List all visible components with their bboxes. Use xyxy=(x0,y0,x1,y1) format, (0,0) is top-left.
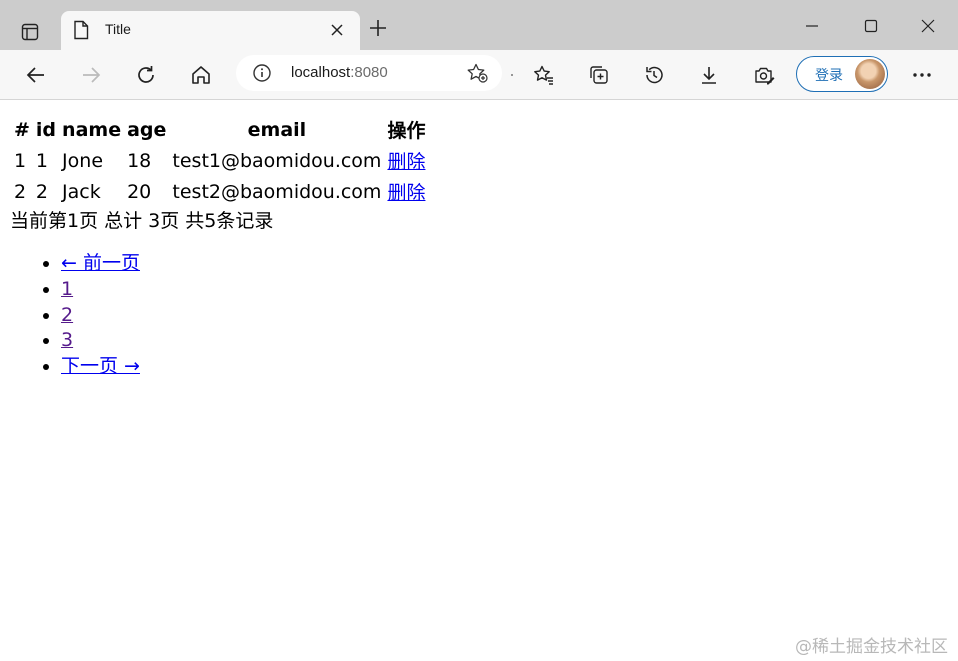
pagination-item: 下一页 → xyxy=(61,354,140,380)
watermark-text: @稀土掘金技术社区 xyxy=(795,637,948,657)
cell-age: 20 xyxy=(127,180,152,203)
prev-page-link[interactable]: ← 前一页 xyxy=(61,252,140,274)
page-icon xyxy=(73,20,89,44)
browser-tab[interactable]: Title xyxy=(61,11,360,50)
more-menu-icon[interactable] xyxy=(906,59,938,91)
add-favorite-icon[interactable] xyxy=(466,63,488,87)
page-link-3[interactable]: 3 xyxy=(61,329,73,351)
pagination-item: 2 xyxy=(61,303,140,329)
favorites-icon[interactable] xyxy=(528,59,560,91)
pagination-item: 1 xyxy=(61,277,140,303)
table-header-row: # id name age email 操作 xyxy=(12,115,427,144)
cell-name: Jack xyxy=(62,180,101,203)
new-tab-icon[interactable] xyxy=(368,18,388,42)
table-row: 1 1 Jone 18 test1@baomidou.com 删除 xyxy=(12,146,427,175)
page-info-text: 当前第1页 总计 3页 共5条记录 xyxy=(10,210,274,232)
home-icon[interactable] xyxy=(185,59,217,91)
col-header-index: # xyxy=(14,118,30,141)
minimize-icon[interactable] xyxy=(789,14,835,38)
col-header-email: email xyxy=(247,118,307,141)
collections-icon[interactable] xyxy=(583,59,615,91)
pagination-item: ← 前一页 xyxy=(61,251,140,277)
url-port: :8080 xyxy=(350,64,388,81)
col-header-name: name xyxy=(62,118,122,141)
site-info-icon[interactable] xyxy=(252,63,272,87)
avatar xyxy=(855,59,885,89)
close-tab-icon[interactable] xyxy=(329,22,345,42)
col-header-action: 操作 xyxy=(387,120,426,142)
table-row: 2 2 Jack 20 test2@baomidou.com 删除 xyxy=(12,177,427,206)
cell-action: 删除 xyxy=(385,146,427,175)
refresh-icon[interactable] xyxy=(130,59,162,91)
cell-action: 删除 xyxy=(385,177,427,206)
page-link-2[interactable]: 2 xyxy=(61,304,73,326)
cell-id: 1 xyxy=(35,149,49,172)
next-page-link[interactable]: 下一页 → xyxy=(61,355,140,377)
browser-toolbar: localhost:8080 登录 xyxy=(0,50,958,100)
maximize-icon[interactable] xyxy=(848,14,894,38)
cell-age: 18 xyxy=(127,149,152,172)
forward-icon[interactable] xyxy=(75,59,107,91)
delete-link[interactable]: 删除 xyxy=(387,182,425,204)
url-text[interactable]: localhost:8080 xyxy=(291,64,388,81)
address-bar[interactable]: localhost:8080 xyxy=(236,55,502,91)
cell-index: 2 xyxy=(14,180,27,203)
login-label: 登录 xyxy=(815,68,843,84)
back-icon[interactable] xyxy=(20,59,52,91)
url-host: localhost xyxy=(291,64,351,81)
separator-dot xyxy=(511,74,513,76)
col-header-id: id xyxy=(35,118,57,141)
close-window-icon[interactable] xyxy=(905,14,951,38)
pagination-list: ← 前一页 1 2 3 下一页 → xyxy=(21,251,140,380)
col-header-age: age xyxy=(127,118,167,141)
user-table: # id name age email 操作 1 1 Jone 18 test1… xyxy=(10,113,429,208)
tab-strip: Title xyxy=(0,0,958,50)
cell-email: test2@baomidou.com xyxy=(172,180,382,203)
cell-name: Jone xyxy=(62,149,104,172)
history-icon[interactable] xyxy=(638,59,670,91)
cell-index: 1 xyxy=(14,149,27,172)
tab-actions-icon[interactable] xyxy=(12,14,48,50)
screenshot-icon[interactable] xyxy=(748,59,780,91)
page-link-1[interactable]: 1 xyxy=(61,278,73,300)
delete-link[interactable]: 删除 xyxy=(387,151,425,173)
pagination-item: 3 xyxy=(61,328,140,354)
tab-title: Title xyxy=(105,21,131,37)
downloads-icon[interactable] xyxy=(693,59,725,91)
cell-email: test1@baomidou.com xyxy=(172,149,382,172)
page-content: # id name age email 操作 1 1 Jone 18 test1… xyxy=(0,101,958,661)
login-button[interactable]: 登录 xyxy=(796,56,888,92)
cell-id: 2 xyxy=(35,180,49,203)
